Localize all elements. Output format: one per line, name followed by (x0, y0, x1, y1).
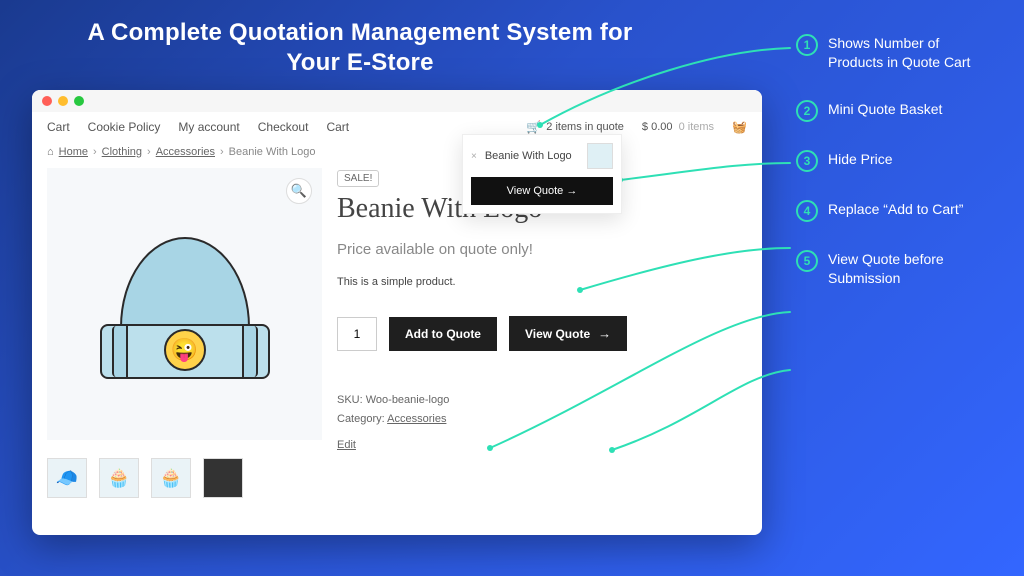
window-close-icon[interactable] (42, 96, 52, 106)
chevron-right-icon (220, 146, 224, 158)
category-link[interactable]: Accessories (387, 413, 446, 425)
nav-cart[interactable]: Cart (47, 120, 70, 134)
product-thumbnails: 🧢 🧁 🧁 (47, 458, 322, 498)
cart-icon (526, 120, 541, 134)
annotation-1: 1 Shows Number of Products in Quote Cart (796, 34, 996, 72)
nav-cookie-policy[interactable]: Cookie Policy (88, 120, 161, 134)
nav-my-account[interactable]: My account (178, 120, 239, 134)
product-gallery: 🔍 😜 🧢 🧁 🧁 (47, 168, 322, 498)
product-description: This is a simple product. (337, 276, 747, 288)
sku-line: SKU: Woo-beanie-logo (337, 391, 747, 410)
price-message: Price available on quote only! (337, 241, 747, 258)
breadcrumb: Home Clothing Accessories Beanie With Lo… (32, 140, 762, 168)
product-illustration: 😜 (100, 229, 270, 379)
annotation-5: 5 View Quote before Submission (796, 250, 996, 288)
hero-title: A Complete Quotation Management System f… (80, 18, 640, 78)
sale-badge: SALE! (337, 170, 379, 187)
emoji-patch-icon: 😜 (164, 329, 206, 371)
annotation-badge-1: 1 (796, 34, 818, 56)
crumb-clothing[interactable]: Clothing (102, 146, 142, 158)
cart-price: $ 0.00 (642, 121, 673, 133)
window-minimize-icon[interactable] (58, 96, 68, 106)
thumbnail-2[interactable]: 🧁 (99, 458, 139, 498)
view-quote-button[interactable]: View Quote (509, 316, 627, 351)
crumb-home[interactable]: Home (59, 146, 88, 158)
annotation-badge-2: 2 (796, 100, 818, 122)
mini-basket-item: × Beanie With Logo (471, 143, 613, 169)
product-meta: SKU: Woo-beanie-logo Category: Accessori… (337, 391, 747, 455)
quote-summary[interactable]: 2 items in quote (526, 120, 624, 134)
edit-link[interactable]: Edit (337, 436, 356, 455)
nav-checkout[interactable]: Checkout (258, 120, 309, 134)
annotation-text-2: Mini Quote Basket (828, 100, 942, 119)
zoom-icon[interactable]: 🔍 (286, 178, 312, 204)
thumbnail-1[interactable]: 🧢 (47, 458, 87, 498)
add-to-quote-button[interactable]: Add to Quote (389, 317, 497, 351)
annotation-3: 3 Hide Price (796, 150, 996, 172)
annotation-text-3: Hide Price (828, 150, 893, 169)
annotation-text-5: View Quote before Submission (828, 250, 996, 288)
annotation-4: 4 Replace “Add to Cart” (796, 200, 996, 222)
cart-items: 0 items (679, 121, 714, 133)
annotation-badge-4: 4 (796, 200, 818, 222)
product-main-image[interactable]: 🔍 😜 (47, 168, 322, 440)
category-prefix: Category: (337, 413, 387, 425)
mini-quote-basket: × Beanie With Logo View Quote (462, 134, 622, 214)
browser-window: Cart Cookie Policy My account Checkout C… (32, 90, 762, 535)
annotation-text-1: Shows Number of Products in Quote Cart (828, 34, 996, 72)
window-titlebar (32, 90, 762, 112)
sku-value: Woo-beanie-logo (366, 394, 450, 406)
remove-item-icon[interactable]: × (471, 151, 477, 162)
chevron-right-icon (93, 146, 97, 158)
crumb-current: Beanie With Logo (229, 146, 316, 158)
product-details: SALE! Beanie With Logo Price available o… (337, 168, 747, 498)
mini-basket-thumb (587, 143, 613, 169)
window-maximize-icon[interactable] (74, 96, 84, 106)
home-icon (47, 146, 54, 158)
mini-basket-view-quote-button[interactable]: View Quote (471, 177, 613, 205)
basket-icon[interactable] (732, 120, 747, 134)
annotation-badge-3: 3 (796, 150, 818, 172)
cart-summary[interactable]: $ 0.00 0 items (642, 121, 714, 133)
thumbnail-3[interactable]: 🧁 (151, 458, 191, 498)
annotation-2: 2 Mini Quote Basket (796, 100, 996, 122)
thumbnail-4[interactable] (203, 458, 243, 498)
annotations-panel: 1 Shows Number of Products in Quote Cart… (796, 34, 996, 288)
buy-row: Add to Quote View Quote (337, 316, 747, 351)
annotation-badge-5: 5 (796, 250, 818, 272)
crumb-accessories[interactable]: Accessories (156, 146, 215, 158)
category-line: Category: Accessories (337, 410, 747, 429)
quantity-stepper[interactable] (337, 317, 377, 351)
annotation-text-4: Replace “Add to Cart” (828, 200, 963, 219)
mini-basket-item-label: Beanie With Logo (485, 150, 572, 162)
chevron-right-icon (147, 146, 151, 158)
product-content: 🔍 😜 🧢 🧁 🧁 SALE! Beanie With Logo Price a… (32, 168, 762, 513)
sku-prefix: SKU: (337, 394, 366, 406)
top-nav: Cart Cookie Policy My account Checkout C… (32, 112, 762, 140)
nav-right: 2 items in quote $ 0.00 0 items (526, 120, 747, 134)
quote-summary-text: 2 items in quote (546, 121, 624, 133)
nav-cart-2[interactable]: Cart (326, 120, 349, 134)
